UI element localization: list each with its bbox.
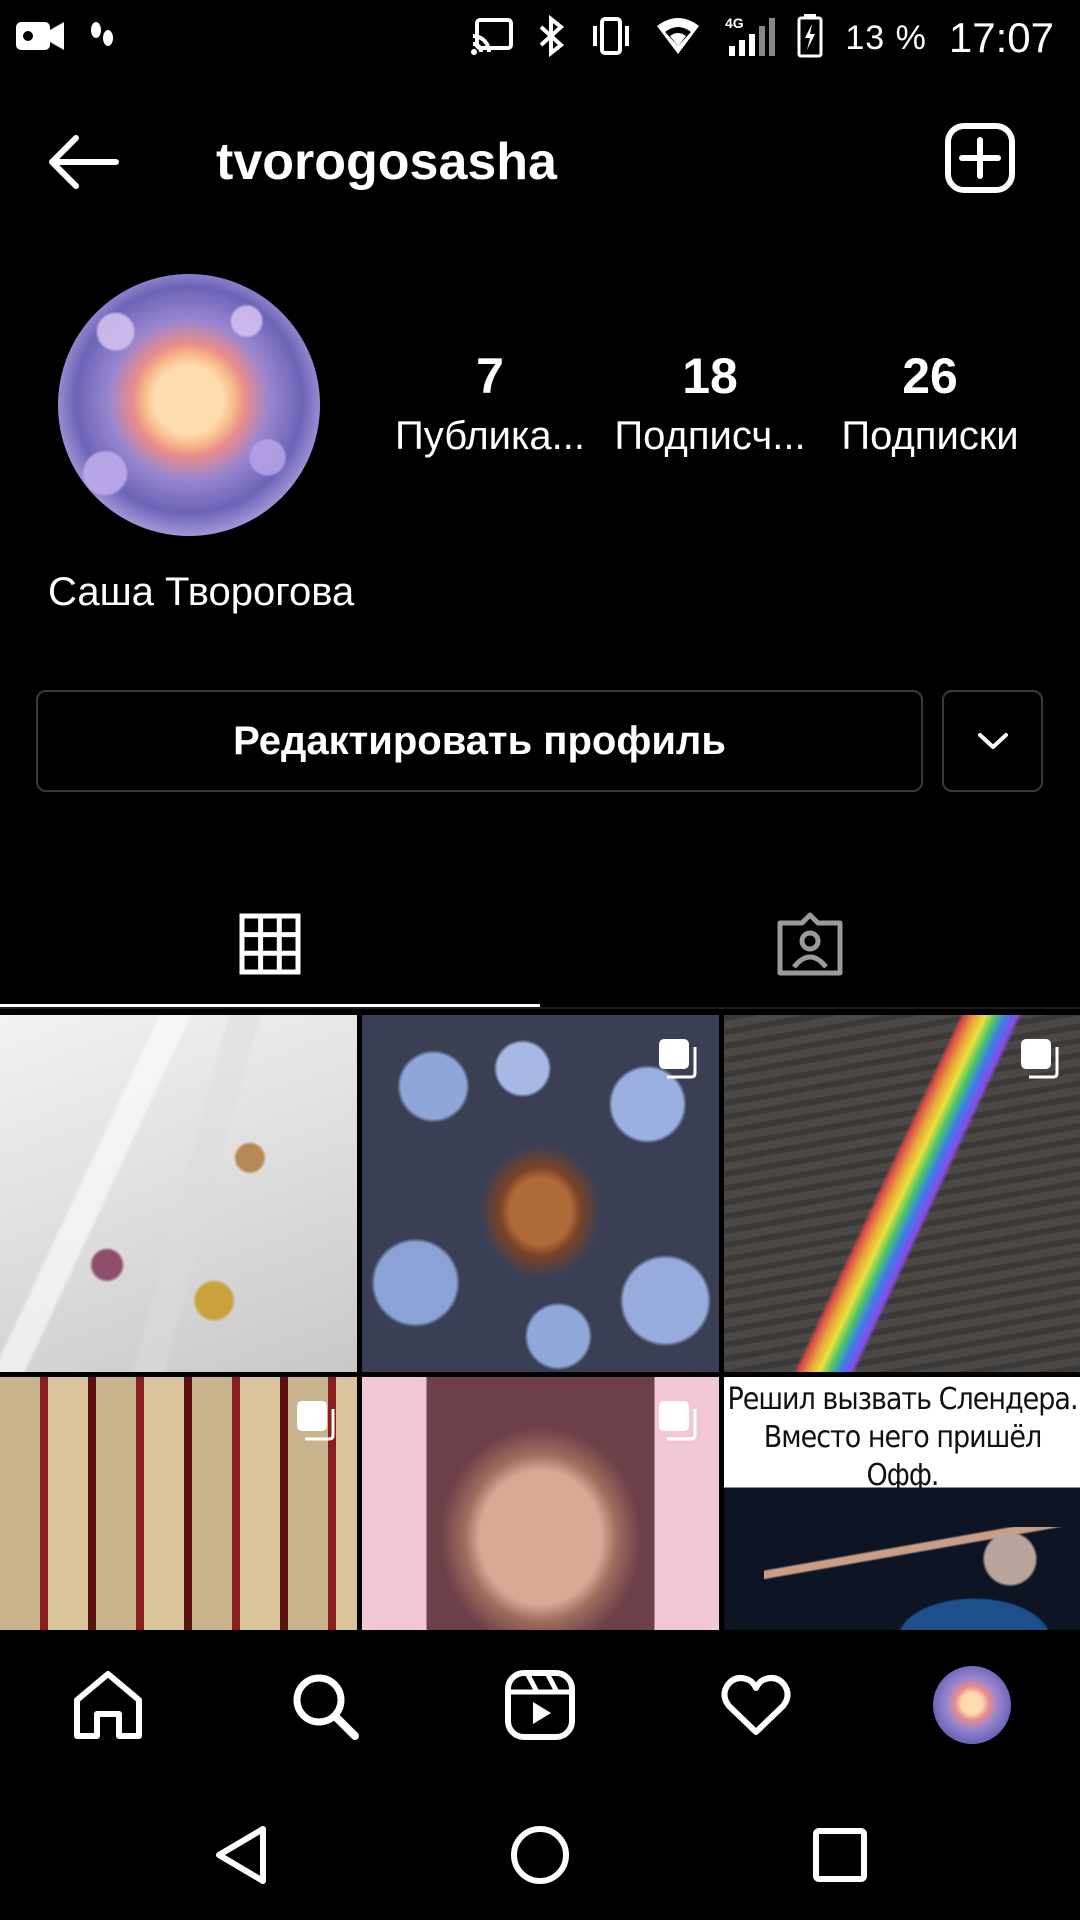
nav-activity[interactable]: [706, 1660, 806, 1750]
post-thumbnail[interactable]: [0, 1377, 357, 1630]
stat-posts-label: Публика...: [395, 414, 585, 458]
profile-stats: 7 Публика... 18 Подписч... 26 Подписки: [380, 346, 1040, 466]
stat-posts-count: 7: [476, 348, 504, 404]
profile-avatar[interactable]: [58, 274, 320, 536]
carousel-icon: [659, 1401, 697, 1441]
stat-following[interactable]: 26 Подписки: [820, 346, 1040, 466]
nav-home[interactable]: [58, 1660, 158, 1750]
new-post-button[interactable]: [944, 122, 1016, 194]
home-icon: [74, 1671, 142, 1739]
suggestions-dropdown-button[interactable]: [942, 690, 1043, 792]
back-arrow-icon: [49, 135, 119, 189]
video-camera-icon: [14, 16, 66, 61]
profile-tabs: [0, 880, 1080, 1010]
meme-caption: Решил вызвать Слендера. Вместо него приш…: [727, 1382, 1078, 1493]
system-recents-button[interactable]: [795, 1810, 885, 1900]
system-home-button[interactable]: [495, 1810, 585, 1900]
svg-text:4G: 4G: [725, 15, 744, 31]
stat-posts[interactable]: 7 Публика...: [380, 346, 600, 466]
stat-following-label: Подписки: [841, 414, 1019, 458]
tagged-person-icon: [777, 912, 843, 976]
status-bar: 4G 13 % 17:07: [0, 0, 1080, 76]
footsteps-icon: [88, 16, 116, 61]
triangle-back-icon: [216, 1826, 266, 1884]
bluetooth-icon: [537, 14, 567, 62]
bottom-navigation: [0, 1630, 1080, 1780]
circle-home-icon: [511, 1826, 569, 1884]
vibrate-icon: [589, 16, 633, 61]
tab-posts-grid[interactable]: [0, 880, 540, 1008]
system-back-button[interactable]: [196, 1810, 286, 1900]
battery-icon: [797, 13, 823, 63]
reels-icon: [505, 1670, 575, 1740]
clock: 17:07: [948, 14, 1054, 61]
nav-profile-avatar: [933, 1666, 1011, 1744]
signal-icon: 4G: [723, 14, 776, 63]
heart-icon: [721, 1675, 791, 1735]
chevron-down-icon: [977, 733, 1008, 749]
stat-following-count: 26: [902, 348, 958, 404]
carousel-icon: [297, 1401, 335, 1441]
nav-profile[interactable]: [922, 1660, 1022, 1750]
search-icon: [293, 1674, 359, 1740]
post-thumbnail[interactable]: [362, 1377, 719, 1630]
grid-icon: [239, 913, 301, 975]
profile-username: tvorogosasha: [216, 133, 557, 191]
tabs-divider: [0, 1007, 1080, 1009]
square-recents-icon: [813, 1828, 867, 1882]
battery-percentage: 13 %: [845, 18, 927, 57]
post-thumbnail[interactable]: Решил вызвать Слендера. Вместо него приш…: [724, 1377, 1080, 1630]
carousel-icon: [1021, 1039, 1059, 1079]
profile-display-name: Саша Творогова: [48, 570, 355, 614]
plus-square-icon: [945, 123, 1015, 193]
wifi-icon: [655, 16, 701, 61]
post-thumbnail[interactable]: [0, 1015, 357, 1372]
cast-icon: [471, 16, 515, 61]
nav-reels[interactable]: [490, 1660, 590, 1750]
tab-tagged[interactable]: [540, 880, 1080, 1008]
stat-followers-label: Подписч...: [614, 414, 806, 458]
profile-header: tvorogosasha: [0, 110, 1080, 210]
back-button[interactable]: [44, 130, 124, 194]
stat-followers[interactable]: 18 Подписч...: [600, 346, 820, 466]
posts-grid: Решил вызвать Слендера. Вместо него приш…: [0, 1015, 1080, 1630]
edit-profile-button[interactable]: Редактировать профиль: [36, 690, 923, 792]
stat-followers-count: 18: [682, 348, 738, 404]
carousel-icon: [659, 1039, 697, 1079]
nav-search[interactable]: [274, 1660, 374, 1750]
post-thumbnail[interactable]: [362, 1015, 719, 1372]
meme-image: [764, 1527, 1064, 1630]
avatar-image: [58, 274, 320, 536]
system-navigation-bar: [0, 1780, 1080, 1920]
post-thumbnail[interactable]: [724, 1015, 1080, 1372]
